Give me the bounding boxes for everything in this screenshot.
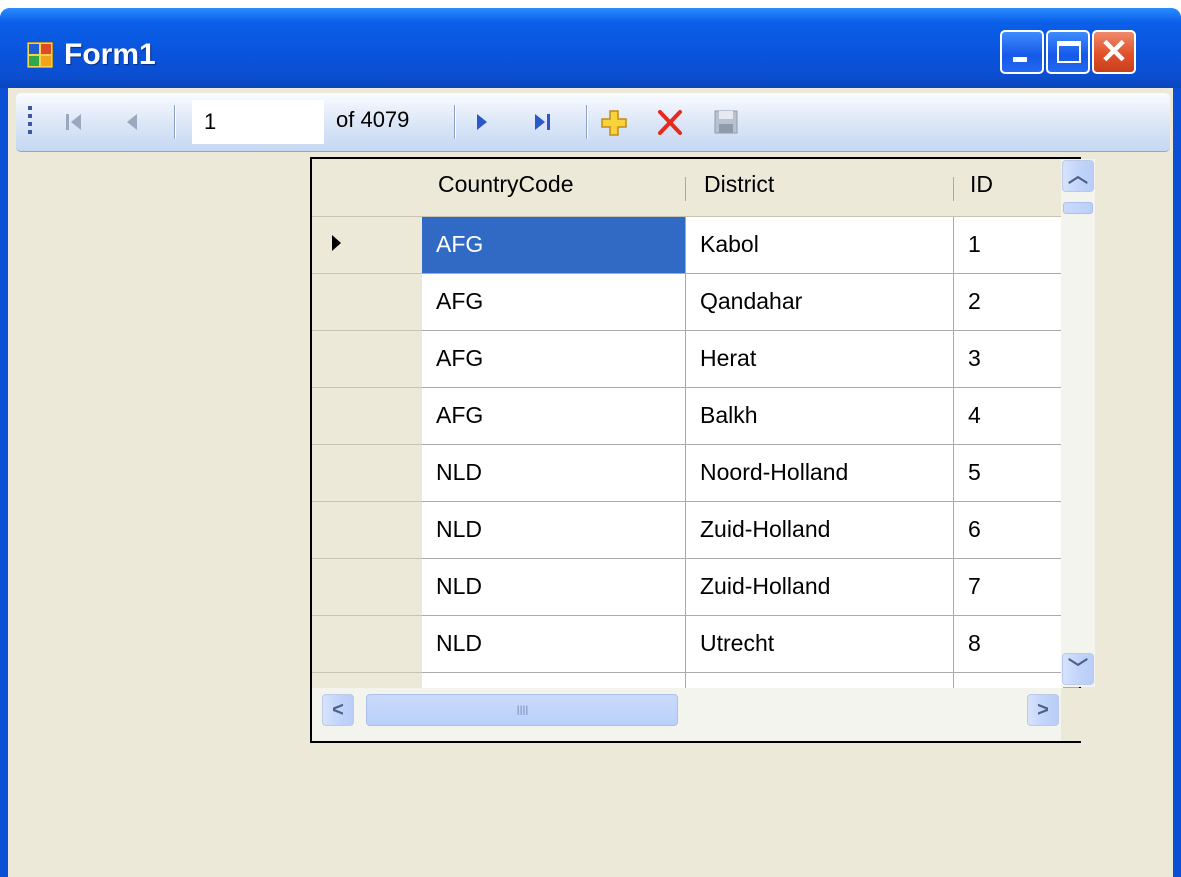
move-next-icon — [477, 114, 487, 130]
scroll-right-button[interactable]: > — [1027, 694, 1059, 726]
form-icon — [27, 42, 53, 68]
position-input[interactable] — [192, 100, 324, 144]
cell-district[interactable]: Utrecht — [686, 616, 954, 673]
row-header[interactable] — [312, 559, 422, 616]
cell-id[interactable]: 5 — [954, 445, 1064, 502]
toolbar-grip[interactable] — [28, 106, 32, 138]
row-header[interactable] — [312, 445, 422, 502]
move-last-icon — [535, 114, 550, 130]
close-button[interactable]: ✕ — [1092, 30, 1136, 74]
cell-countrycode[interactable]: NLD — [422, 616, 686, 673]
row-header-current[interactable] — [312, 217, 422, 274]
cell-id[interactable]: 8 — [954, 616, 1064, 673]
maximize-icon — [1057, 41, 1081, 63]
cell-countrycode[interactable]: NLD — [422, 559, 686, 616]
horizontal-scroll-thumb[interactable]: IIII — [366, 694, 678, 726]
row-header[interactable] — [312, 616, 422, 673]
cell-district[interactable]: Zuid-Holland — [686, 559, 954, 616]
cell-district[interactable]: Zuid-Holland — [686, 502, 954, 559]
cell-countrycode[interactable]: NLD — [422, 502, 686, 559]
scroll-left-button[interactable]: < — [322, 694, 354, 726]
cell-id[interactable]: 4 — [954, 388, 1064, 445]
column-header-countrycode[interactable]: CountryCode — [422, 159, 686, 217]
vertical-scrollbar-track[interactable] — [1061, 159, 1095, 687]
grid-top-left-header[interactable] — [312, 159, 422, 217]
save-icon — [714, 110, 738, 134]
column-header-id[interactable]: ID — [954, 159, 1064, 217]
cell-id[interactable]: 6 — [954, 502, 1064, 559]
add-new-icon — [601, 110, 627, 136]
cell-countrycode[interactable]: AFG — [422, 274, 686, 331]
cell-district[interactable]: Herat — [686, 331, 954, 388]
add-new-button[interactable] — [596, 103, 632, 141]
save-button[interactable] — [708, 103, 744, 141]
cell-countrycode[interactable]: NLD — [422, 445, 686, 502]
move-first-button[interactable] — [56, 103, 92, 141]
maximize-button[interactable] — [1046, 30, 1090, 74]
toolbar-separator — [586, 105, 588, 139]
move-previous-icon — [127, 114, 137, 130]
cell-countrycode[interactable]: AFG — [422, 217, 686, 274]
close-icon: ✕ — [1099, 33, 1129, 71]
chevron-down-icon: ﹀ — [1068, 658, 1088, 680]
grip-lines-icon: IIII — [516, 702, 529, 718]
chevron-left-icon: < — [332, 699, 344, 721]
data-grid[interactable]: CountryCode District ID AFG Kabol 1 AFG Qand… — [310, 157, 1081, 743]
cell-id[interactable]: 7 — [954, 559, 1064, 616]
count-label: of 4079 — [336, 107, 410, 132]
vertical-scroll-thumb[interactable] — [1063, 202, 1093, 214]
scrollbar-corner — [1061, 688, 1095, 741]
row-header[interactable] — [312, 388, 422, 445]
move-next-button[interactable] — [464, 103, 500, 141]
scroll-up-button[interactable]: ︿ — [1062, 160, 1094, 192]
cell-id[interactable]: 3 — [954, 331, 1064, 388]
window-title: Form1 — [64, 38, 156, 71]
cell-district[interactable]: Qandahar — [686, 274, 954, 331]
title-bar[interactable]: Form1 ✕ — [0, 8, 1181, 88]
cell-district[interactable]: Balkh — [686, 388, 954, 445]
chevron-right-icon: > — [1037, 699, 1049, 721]
chevron-up-icon: ︿ — [1068, 165, 1088, 187]
move-first-icon — [66, 114, 81, 130]
minimize-icon — [1013, 57, 1027, 62]
toolbar-separator — [454, 105, 456, 139]
row-header[interactable] — [312, 274, 422, 331]
binding-navigator: of 4079 — [16, 93, 1170, 152]
cell-id[interactable]: 1 — [954, 217, 1064, 274]
row-header[interactable] — [312, 331, 422, 388]
move-last-button[interactable] — [524, 103, 560, 141]
delete-icon — [658, 110, 682, 135]
cell-id[interactable]: 2 — [954, 274, 1064, 331]
cell-district[interactable]: Noord-Holland — [686, 445, 954, 502]
delete-button[interactable] — [652, 103, 688, 141]
cell-district[interactable]: Kabol — [686, 217, 954, 274]
minimize-button[interactable] — [1000, 30, 1044, 74]
toolbar-separator — [174, 105, 176, 139]
row-header[interactable] — [312, 502, 422, 559]
cell-countrycode[interactable]: AFG — [422, 388, 686, 445]
cell-countrycode[interactable]: AFG — [422, 331, 686, 388]
move-previous-button[interactable] — [114, 103, 150, 141]
column-header-district[interactable]: District — [686, 159, 954, 217]
scroll-down-button[interactable]: ﹀ — [1062, 653, 1094, 685]
